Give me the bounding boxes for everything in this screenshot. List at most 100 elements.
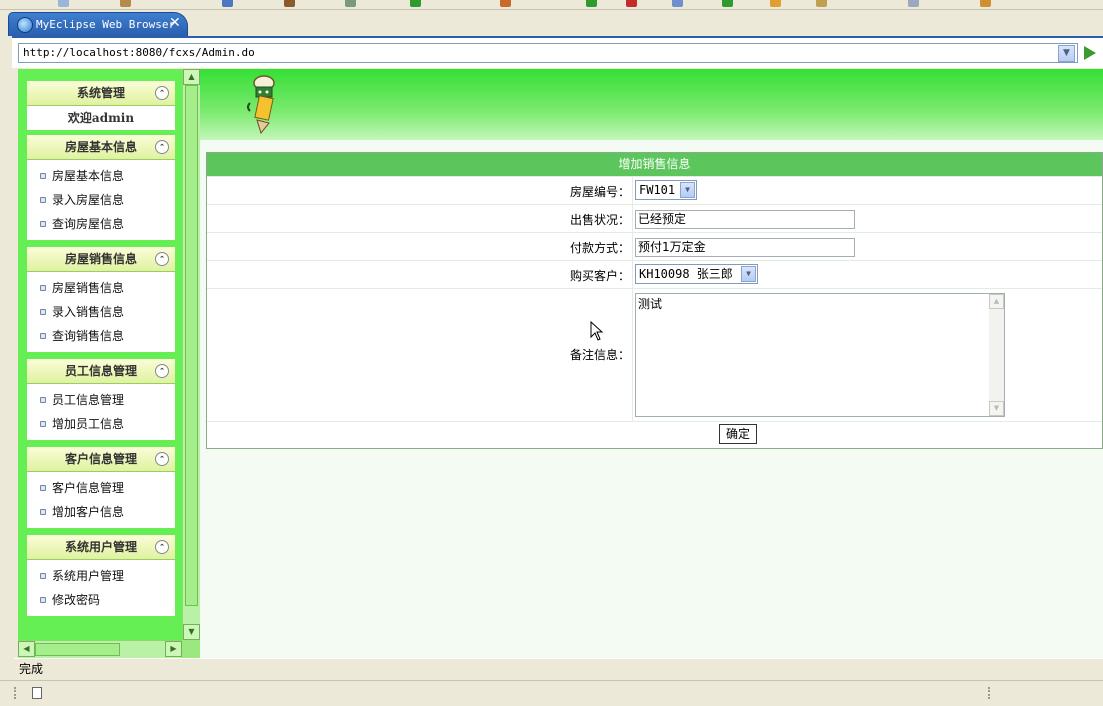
sidebar-item-house-info[interactable]: 房屋基本信息	[27, 164, 175, 188]
sidebar-item-sales-info[interactable]: 房屋销售信息	[27, 276, 175, 300]
menu-item-label: 系统用户管理	[52, 569, 125, 583]
scroll-thumb[interactable]	[35, 643, 120, 656]
bullet-icon	[40, 485, 46, 491]
panel-customer: 客户信息管理 ⌃ 客户信息管理 增加客户信息	[27, 447, 175, 528]
toolbar-icon[interactable]	[770, 0, 781, 7]
menu-item-label: 客户信息管理	[52, 481, 125, 495]
toolbar-icon[interactable]	[586, 0, 597, 7]
go-arrow-icon[interactable]	[1084, 46, 1096, 60]
panel-header[interactable]: 员工信息管理 ⌃	[27, 359, 175, 384]
payment-input[interactable]: 预付1万定金	[635, 238, 855, 257]
bullet-icon	[40, 509, 46, 515]
bullet-icon	[40, 173, 46, 179]
row-payment: 付款方式： 预付1万定金	[207, 232, 1102, 261]
menu-item-label: 录入房屋信息	[52, 193, 125, 207]
collapse-up-icon[interactable]: ⌃	[155, 364, 169, 378]
scroll-right-icon[interactable]: ▶	[165, 641, 182, 657]
submit-button[interactable]: 确定	[719, 424, 757, 444]
form-title: 增加销售信息	[207, 153, 1102, 176]
notes-textarea[interactable]: 测试 ▲ ▼	[635, 293, 1005, 417]
panel-header[interactable]: 客户信息管理 ⌃	[27, 447, 175, 472]
new-page-icon[interactable]	[32, 687, 42, 699]
panel-header[interactable]: 房屋销售信息 ⌃	[27, 247, 175, 272]
bullet-icon	[40, 309, 46, 315]
chevron-down-icon[interactable]: ▼	[741, 266, 756, 282]
toolbar-icon[interactable]	[284, 0, 295, 7]
sidebar-horizontal-scrollbar[interactable]: ◀ ▶	[18, 640, 182, 658]
scroll-up-icon[interactable]: ▲	[989, 294, 1004, 309]
sidebar-item-employee-manage[interactable]: 员工信息管理	[27, 388, 175, 412]
scroll-down-icon[interactable]: ▼	[989, 401, 1004, 416]
menu-item-label: 房屋基本信息	[52, 169, 125, 183]
toolbar-strip	[0, 0, 1103, 10]
mouse-cursor-icon	[590, 321, 604, 341]
toolbar-icon[interactable]	[722, 0, 733, 7]
sidebar-item-user-manage[interactable]: 系统用户管理	[27, 564, 175, 588]
collapse-up-icon[interactable]: ⌃	[155, 452, 169, 466]
house-id-label: 房屋编号：	[569, 185, 630, 199]
chevron-down-icon[interactable]: ▼	[680, 182, 695, 198]
menu-item-label: 房屋销售信息	[52, 281, 125, 295]
customer-value: KH10098 张三郎	[639, 267, 733, 281]
collapse-up-icon[interactable]: ⌃	[155, 252, 169, 266]
notes-scrollbar[interactable]: ▲ ▼	[989, 294, 1004, 416]
toolbar-icon[interactable]	[908, 0, 919, 7]
toolbar-icon[interactable]	[222, 0, 233, 7]
toolbar-icon[interactable]	[980, 0, 991, 7]
toolbar-icon[interactable]	[345, 0, 356, 7]
close-icon[interactable]: ✕	[169, 15, 181, 31]
collapse-up-icon[interactable]: ⌃	[155, 540, 169, 554]
welcome-text: 欢迎admin	[27, 106, 175, 130]
row-sale-status: 出售状况： 已经预定	[207, 204, 1102, 233]
scroll-thumb[interactable]	[185, 85, 198, 606]
header-banner	[200, 69, 1103, 140]
row-customer: 购买客户： KH10098 张三郎 ▼	[207, 260, 1102, 289]
panel-title: 房屋基本信息	[64, 140, 137, 154]
scroll-down-icon[interactable]: ▼	[183, 624, 200, 640]
row-notes: 备注信息： 测试 ▲ ▼	[207, 288, 1102, 422]
panel-header[interactable]: 系统管理 ⌃	[27, 81, 175, 106]
sidebar-item-add-house[interactable]: 录入房屋信息	[27, 188, 175, 212]
menu-item-label: 员工信息管理	[52, 393, 125, 407]
sidebar-item-customer-manage[interactable]: 客户信息管理	[27, 476, 175, 500]
sale-status-input[interactable]: 已经预定	[635, 210, 855, 229]
collapse-up-icon[interactable]: ⌃	[155, 140, 169, 154]
scroll-left-icon[interactable]: ◀	[18, 641, 35, 657]
panel-title: 员工信息管理	[64, 364, 137, 378]
toolbar-icon[interactable]	[816, 0, 827, 7]
house-id-select[interactable]: FW101 ▼	[635, 180, 697, 200]
toolbar-icon[interactable]	[120, 0, 131, 7]
url-input[interactable]: http://localhost:8080/fcxs/Admin.do	[18, 43, 1078, 63]
sidebar-item-add-customer[interactable]: 增加客户信息	[27, 500, 175, 524]
toolbar-icon[interactable]	[672, 0, 683, 7]
panel-header[interactable]: 房屋基本信息 ⌃	[27, 135, 175, 160]
sidebar-item-add-sales[interactable]: 录入销售信息	[27, 300, 175, 324]
main-content: 增加销售信息 房屋编号： FW101 ▼ 出售状况： 已经预定 付款方式： 预付…	[200, 69, 1103, 658]
sidebar-item-query-house[interactable]: 查询房屋信息	[27, 212, 175, 236]
bullet-icon	[40, 421, 46, 427]
toolbar-icon[interactable]	[500, 0, 511, 7]
menu-item-label: 录入销售信息	[52, 305, 125, 319]
panel-title: 客户信息管理	[64, 452, 137, 466]
toolbar-icon[interactable]	[410, 0, 421, 7]
sidebar-vertical-scrollbar[interactable]: ▲ ▼	[182, 69, 200, 640]
house-id-value: FW101	[639, 183, 676, 197]
sidebar-item-change-password[interactable]: 修改密码	[27, 588, 175, 612]
toolbar-icon[interactable]	[58, 0, 69, 7]
customer-select[interactable]: KH10098 张三郎 ▼	[635, 264, 758, 284]
tab-browser[interactable]: MyEclipse Web Browser ✕	[8, 12, 188, 36]
grip-handle[interactable]	[988, 687, 992, 699]
panel-header[interactable]: 系统用户管理 ⌃	[27, 535, 175, 560]
menu-item-label: 查询销售信息	[52, 329, 125, 343]
collapse-up-icon[interactable]: ⌃	[155, 86, 169, 100]
scroll-up-icon[interactable]: ▲	[183, 69, 200, 85]
row-submit	[207, 421, 1102, 450]
grip-handle[interactable]	[14, 687, 18, 699]
sidebar-item-query-sales[interactable]: 查询销售信息	[27, 324, 175, 348]
sidebar-item-add-employee[interactable]: 增加员工信息	[27, 412, 175, 436]
chevron-down-icon[interactable]: ▼	[1058, 45, 1075, 62]
panel-title: 房屋销售信息	[64, 252, 137, 266]
toolbar-icon[interactable]	[626, 0, 637, 7]
panel-employee: 员工信息管理 ⌃ 员工信息管理 增加员工信息	[27, 359, 175, 440]
sales-form: 增加销售信息 房屋编号： FW101 ▼ 出售状况： 已经预定 付款方式： 预付…	[206, 152, 1103, 449]
